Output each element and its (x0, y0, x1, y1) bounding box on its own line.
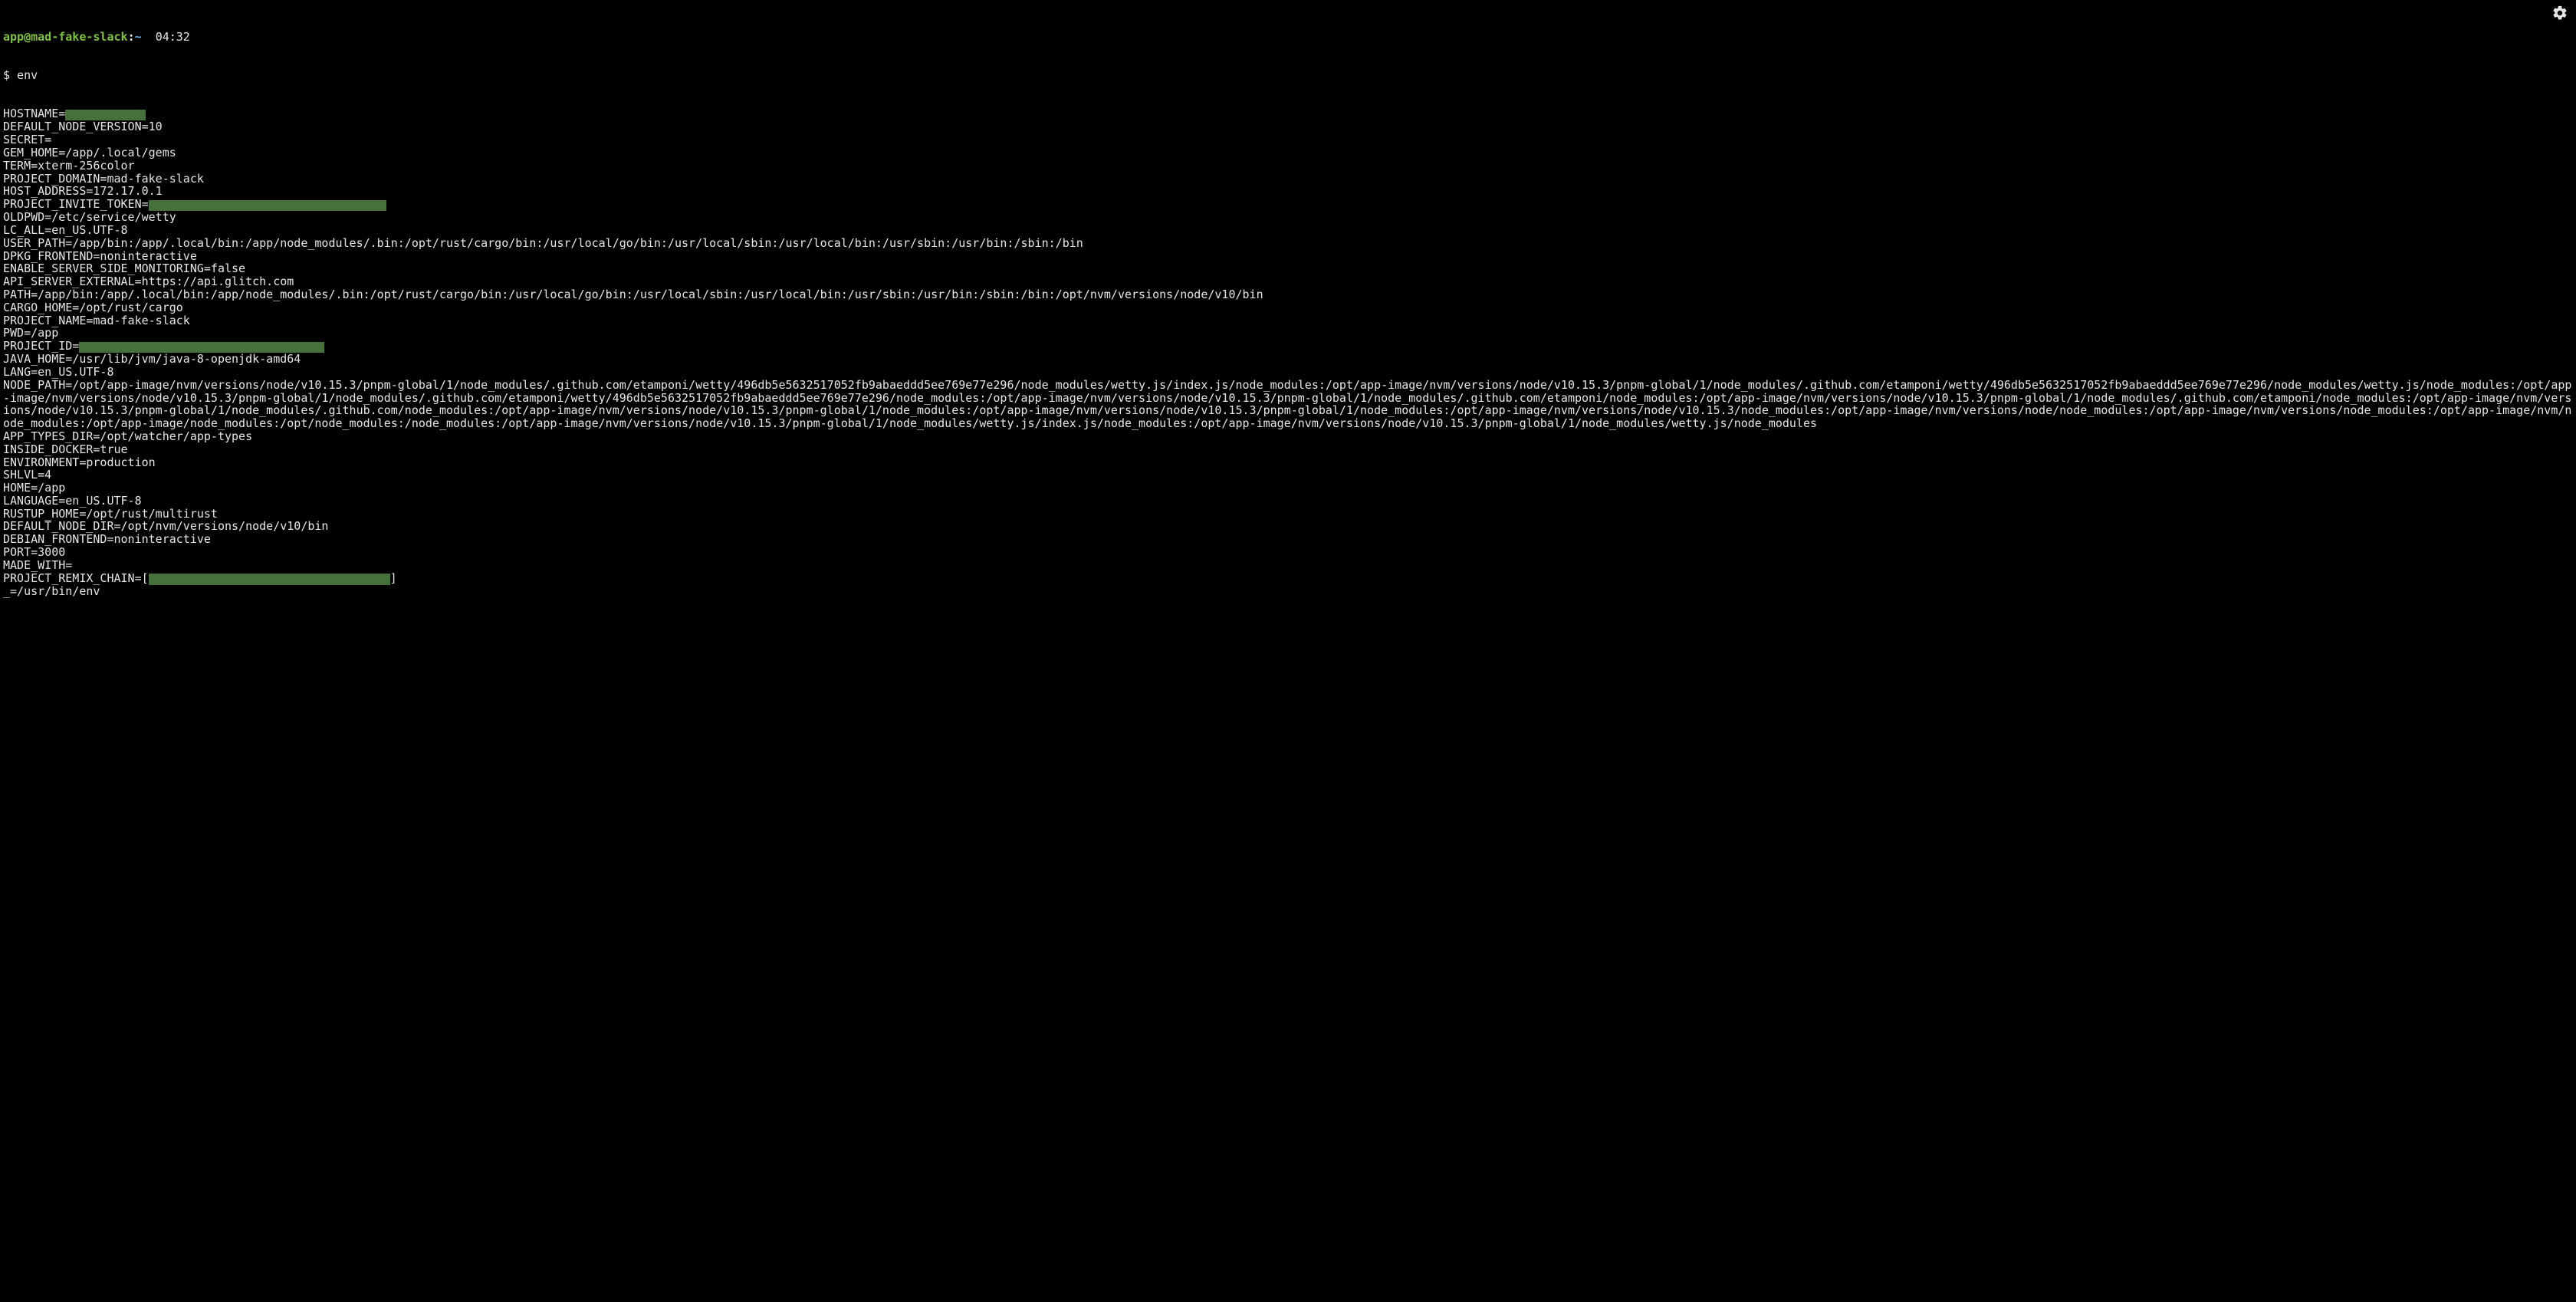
env-line: PROJECT_INVITE_TOKEN= (3, 198, 2573, 211)
command-line: $ env (3, 69, 2573, 82)
prompt-cwd: ~ (135, 30, 142, 44)
redacted-value (149, 200, 386, 211)
redacted-value (79, 342, 324, 353)
env-line: JAVA_HOME=/usr/lib/jvm/java-8-openjdk-am… (3, 353, 2573, 366)
env-line: USER_PATH=/app/bin:/app/.local/bin:/app/… (3, 237, 2573, 250)
env-line: PROJECT_ID= (3, 340, 2573, 353)
env-line: RUSTUP_HOME=/opt/rust/multirust (3, 508, 2573, 521)
env-line: HOSTNAME= (3, 107, 2573, 120)
env-line: MADE_WITH= (3, 559, 2573, 572)
env-line: CARGO_HOME=/opt/rust/cargo (3, 301, 2573, 314)
env-line: LC_ALL=en_US.UTF-8 (3, 224, 2573, 237)
env-line: SECRET= (3, 133, 2573, 146)
env-key: PROJECT_REMIX_CHAIN=[ (3, 571, 149, 585)
env-output: HOSTNAME=DEFAULT_NODE_VERSION=10SECRET=G… (3, 107, 2573, 597)
env-line: DPKG_FRONTEND=noninteractive (3, 250, 2573, 263)
prompt-line: app@mad-fake-slack:~ 04:32 (3, 31, 2573, 44)
env-line: HOST_ADDRESS=172.17.0.1 (3, 185, 2573, 198)
env-line: LANGUAGE=en_US.UTF-8 (3, 495, 2573, 508)
env-suffix: ] (390, 571, 397, 585)
env-line: TERM=xterm-256color (3, 159, 2573, 173)
env-line: PORT=3000 (3, 546, 2573, 559)
env-line: ENVIRONMENT=production (3, 456, 2573, 469)
env-line: ENABLE_SERVER_SIDE_MONITORING=false (3, 262, 2573, 275)
prompt-colon: : (128, 30, 135, 44)
env-line: OLDPWD=/etc/service/wetty (3, 211, 2573, 224)
settings-button[interactable] (2551, 5, 2568, 21)
env-key: PROJECT_INVITE_TOKEN= (3, 197, 149, 211)
env-line: PROJECT_NAME=mad-fake-slack (3, 314, 2573, 327)
env-line: APP_TYPES_DIR=/opt/watcher/app-types (3, 430, 2573, 443)
env-key: PROJECT_ID= (3, 339, 79, 353)
env-key: HOSTNAME= (3, 107, 65, 120)
env-line: HOME=/app (3, 482, 2573, 495)
redacted-value (65, 110, 146, 120)
env-line: DEFAULT_NODE_DIR=/opt/nvm/versions/node/… (3, 520, 2573, 533)
env-line: PWD=/app (3, 327, 2573, 340)
terminal-viewport[interactable]: app@mad-fake-slack:~ 04:32 $ env HOSTNAM… (0, 0, 2576, 764)
env-line: NODE_PATH=/opt/app-image/nvm/versions/no… (3, 379, 2573, 430)
prompt-time: 04:32 (156, 30, 190, 44)
gear-icon (2551, 5, 2568, 21)
env-line: DEBIAN_FRONTEND=noninteractive (3, 533, 2573, 546)
prompt-user-host: app@mad-fake-slack (3, 30, 128, 44)
redacted-value (149, 574, 390, 584)
env-line: _=/usr/bin/env (3, 585, 2573, 598)
env-line: GEM_HOME=/app/.local/gems (3, 146, 2573, 159)
env-line: PROJECT_REMIX_CHAIN=[] (3, 572, 2573, 585)
env-line: INSIDE_DOCKER=true (3, 443, 2573, 456)
env-line: API_SERVER_EXTERNAL=https://api.glitch.c… (3, 275, 2573, 288)
env-line: LANG=en_US.UTF-8 (3, 366, 2573, 379)
env-line: SHLVL=4 (3, 469, 2573, 482)
env-line: PATH=/app/bin:/app/.local/bin:/app/node_… (3, 288, 2573, 301)
env-line: DEFAULT_NODE_VERSION=10 (3, 120, 2573, 133)
env-line: PROJECT_DOMAIN=mad-fake-slack (3, 173, 2573, 186)
